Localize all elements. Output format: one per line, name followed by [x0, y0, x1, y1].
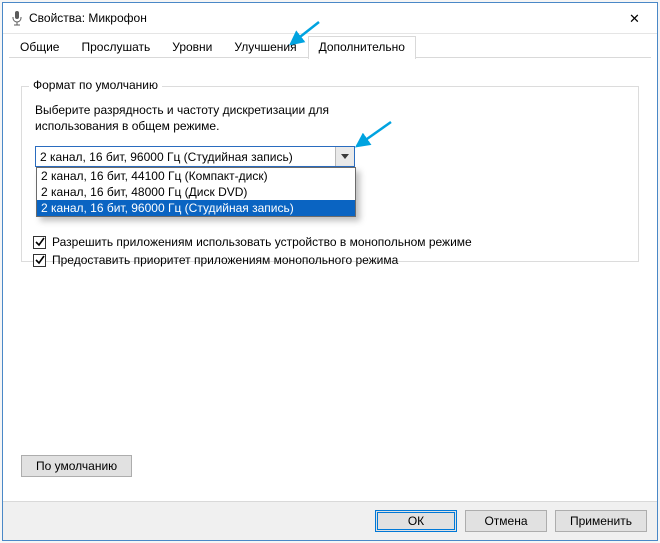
cancel-button[interactable]: Отмена [465, 510, 547, 532]
exclusive-priority-label: Предоставить приоритет приложениям моноп… [52, 253, 398, 267]
tab-strip: Общие Прослушать Уровни Улучшения Дополн… [3, 34, 657, 58]
format-option-48000[interactable]: 2 канал, 16 бит, 48000 Гц (Диск DVD) [37, 184, 355, 200]
format-selected-text: 2 канал, 16 бит, 96000 Гц (Студийная зап… [36, 150, 335, 164]
exclusive-allow-row: Разрешить приложениям использовать устро… [33, 235, 627, 249]
tab-label: Общие [20, 40, 59, 54]
exclusive-mode-block: Разрешить приложениям использовать устро… [33, 235, 627, 267]
chevron-down-icon [335, 147, 354, 166]
close-button[interactable]: ✕ [612, 3, 657, 33]
defaults-button[interactable]: По умолчанию [21, 455, 132, 477]
ok-button[interactable]: ОК [375, 510, 457, 532]
microphone-icon [11, 10, 23, 26]
tab-label: Прослушать [81, 40, 150, 54]
defaults-button-row: По умолчанию [21, 455, 639, 477]
close-icon: ✕ [629, 12, 640, 25]
properties-window: Свойства: Микрофон ✕ Общие Прослушать Ур… [2, 2, 658, 541]
dialog-button-bar: ОК Отмена Применить [3, 501, 657, 540]
exclusive-priority-row: Предоставить приоритет приложениям моноп… [33, 253, 627, 267]
window-title: Свойства: Микрофон [29, 11, 612, 25]
format-combobox[interactable]: 2 канал, 16 бит, 96000 Гц (Студийная зап… [35, 146, 355, 167]
format-dropdown: 2 канал, 16 бит, 44100 Гц (Компакт-диск)… [36, 167, 356, 217]
default-format-group: Формат по умолчанию Выберите разрядность… [21, 78, 639, 285]
apply-button[interactable]: Применить [555, 510, 647, 532]
exclusive-allow-checkbox[interactable] [33, 236, 46, 249]
tab-levels[interactable]: Уровни [161, 36, 223, 58]
tab-label: Дополнительно [319, 40, 405, 54]
groupbox-label: Формат по умолчанию [29, 78, 162, 92]
tab-label: Улучшения [234, 40, 296, 54]
tab-enhancements[interactable]: Улучшения [223, 36, 307, 58]
tab-general[interactable]: Общие [9, 36, 70, 58]
exclusive-priority-checkbox[interactable] [33, 254, 46, 267]
format-combo-row: 2 канал, 16 бит, 96000 Гц (Студийная зап… [35, 146, 625, 167]
titlebar: Свойства: Микрофон ✕ [3, 3, 657, 34]
format-option-96000[interactable]: 2 канал, 16 бит, 96000 Гц (Студийная зап… [37, 200, 355, 216]
ok-button-label: ОК [408, 514, 424, 528]
format-description: Выберите разрядность и частоту дискретиз… [35, 102, 345, 134]
apply-button-label: Применить [570, 514, 632, 528]
format-option-44100[interactable]: 2 канал, 16 бит, 44100 Гц (Компакт-диск) [37, 168, 355, 184]
tab-content-advanced: Формат по умолчанию Выберите разрядность… [3, 58, 657, 501]
defaults-button-label: По умолчанию [36, 459, 117, 473]
tab-listen[interactable]: Прослушать [70, 36, 161, 58]
exclusive-allow-label: Разрешить приложениям использовать устро… [52, 235, 472, 249]
annotation-arrow-combo [351, 120, 395, 150]
tab-label: Уровни [172, 40, 212, 54]
tab-advanced[interactable]: Дополнительно [308, 36, 416, 59]
cancel-button-label: Отмена [484, 514, 527, 528]
